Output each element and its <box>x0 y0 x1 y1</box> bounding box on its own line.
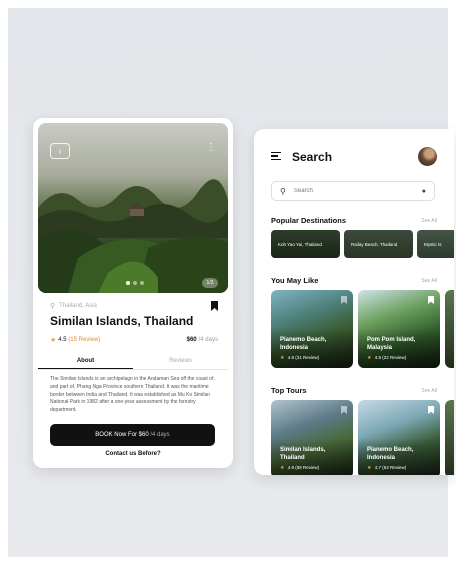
search-input[interactable] <box>293 188 422 194</box>
rating-row: ★ 4.5 (15 Review) $60 /4 days <box>50 336 218 344</box>
price-duration: /4 days <box>198 337 218 343</box>
location-label: Thailand, Asia <box>59 303 97 309</box>
book-now-label: BOOK Now For $60 <box>95 432 149 438</box>
destination-description: The Similan Islands is an archipelago in… <box>50 376 215 414</box>
tour-card[interactable]: Similan Islands, Thailand ★ 4.9 (88 Revi… <box>271 400 353 475</box>
bookmark-icon[interactable] <box>211 301 218 311</box>
review-count[interactable]: (15 Review) <box>68 337 100 343</box>
bookmark-icon[interactable] <box>428 296 434 304</box>
detail-tabs: About Reviews <box>38 352 228 370</box>
price-value: $60 <box>186 337 197 343</box>
bookmark-icon[interactable] <box>428 406 434 414</box>
see-all-link[interactable]: See All <box>421 278 437 284</box>
tab-reviews[interactable]: Reviews <box>133 352 228 369</box>
star-icon: ★ <box>367 355 372 361</box>
star-icon: ★ <box>280 465 285 471</box>
rating-value: 4.5 <box>58 337 67 343</box>
popular-destinations-list: Koh Yao Yai, Thailand Railay Beach, Thai… <box>271 230 454 258</box>
bookmark-icon[interactable] <box>341 406 347 414</box>
you-may-like-list: Pianemo Beach, Indonesia ★ 4.8 (31 Revie… <box>271 290 454 368</box>
search-bar: ⚲ ● <box>271 181 435 201</box>
bookmark-icon[interactable] <box>341 296 347 304</box>
place-card[interactable]: Pianemo Beach, Indonesia ★ 4.8 (31 Revie… <box>271 290 353 368</box>
microphone-icon[interactable]: ● <box>422 188 426 195</box>
tour-name: Similan Islands, Thailand <box>280 447 326 461</box>
popular-destinations-header: Popular Destinations See All <box>271 216 454 225</box>
tour-card-peek[interactable] <box>445 400 454 475</box>
place-name: Pianemo Beach, Indonesia <box>280 337 327 351</box>
menu-icon[interactable] <box>271 152 281 162</box>
tour-name: Pianemo Beach, Indonesia <box>367 447 414 461</box>
you-may-like-header: You May Like See All <box>271 276 454 285</box>
place-rating: ★ 4.9 (22 Review) <box>367 355 407 361</box>
tab-about[interactable]: About <box>38 352 133 369</box>
see-all-link[interactable]: See All <box>421 218 437 224</box>
top-tours-header: Top Tours See All <box>271 386 454 395</box>
place-card[interactable]: Pom Pom Island, Malaysia ★ 4.9 (22 Revie… <box>358 290 440 368</box>
avatar[interactable] <box>418 147 437 166</box>
back-arrow-icon[interactable]: ‹ <box>50 143 70 159</box>
destination-title: Similan Islands, Thailand <box>50 314 194 328</box>
destination-chip[interactable]: Mystic Is <box>417 230 454 258</box>
destination-detail-screen: ‹ ⋮ 1/3 ⚲ Thailand, Asia Similan Islands… <box>33 118 233 468</box>
place-card-peek[interactable] <box>445 290 454 368</box>
contact-link[interactable]: Contact us Before? <box>33 451 233 457</box>
background-canvas: ‹ ⋮ 1/3 ⚲ Thailand, Asia Similan Islands… <box>8 8 454 557</box>
hero-image: ‹ ⋮ 1/3 <box>38 123 228 293</box>
more-vertical-icon[interactable]: ⋮ <box>206 143 216 153</box>
destination-chip[interactable]: Railay Beach, Thailand <box>344 230 413 258</box>
page-title: Search <box>292 150 333 164</box>
star-icon: ★ <box>50 337 57 344</box>
location-pin-icon: ⚲ <box>50 303 56 310</box>
star-icon: ★ <box>280 355 285 361</box>
destination-chip[interactable]: Koh Yao Yai, Thailand <box>271 230 340 258</box>
section-title: Popular Destinations <box>271 216 347 225</box>
section-title: Top Tours <box>271 386 307 395</box>
book-now-button[interactable]: BOOK Now For $60 /4 days <box>50 424 215 446</box>
image-pager-dots <box>126 281 144 285</box>
see-all-link[interactable]: See All <box>421 388 437 394</box>
book-now-days: /4 days <box>150 432 170 438</box>
search-screen: Search ⚲ ● Popular Destinations See All … <box>254 129 454 475</box>
tour-card[interactable]: Pianemo Beach, Indonesia ★ 4.7 (63 Revie… <box>358 400 440 475</box>
photo-count-badge: 1/3 <box>202 278 218 288</box>
place-name: Pom Pom Island, Malaysia <box>367 337 416 351</box>
search-icon: ⚲ <box>280 186 286 196</box>
top-tours-list: Similan Islands, Thailand ★ 4.9 (88 Revi… <box>271 400 454 475</box>
tour-rating: ★ 4.7 (63 Review) <box>367 465 407 471</box>
place-rating: ★ 4.8 (31 Review) <box>280 355 320 361</box>
tour-rating: ★ 4.9 (88 Review) <box>280 465 320 471</box>
star-icon: ★ <box>367 465 372 471</box>
section-title: You May Like <box>271 276 319 285</box>
location-row: ⚲ Thailand, Asia <box>50 300 218 312</box>
